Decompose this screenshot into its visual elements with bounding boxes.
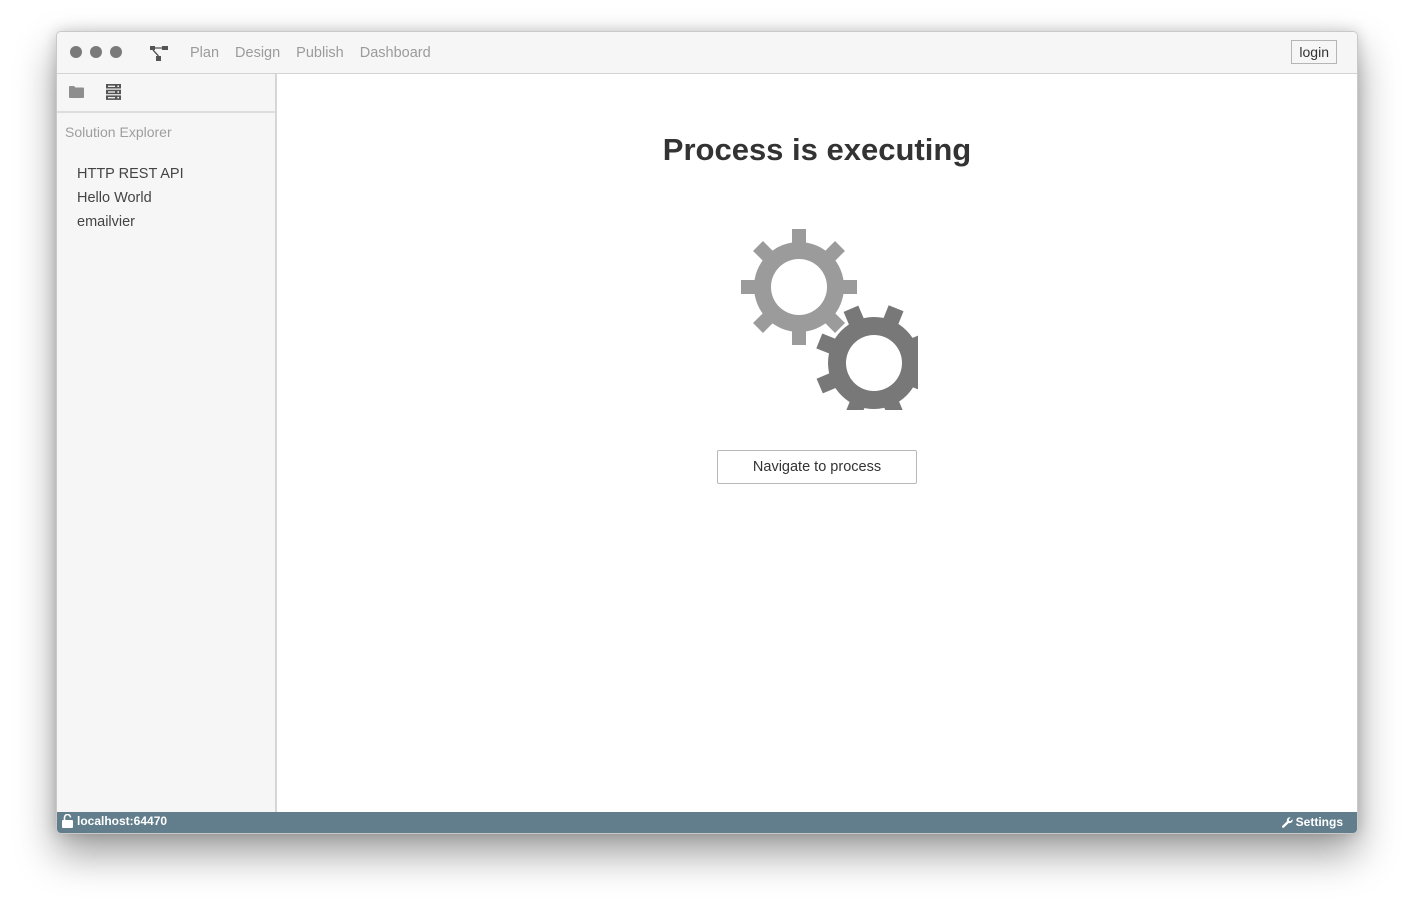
solution-item-emailvier[interactable]: emailvier xyxy=(77,210,184,234)
server-icon[interactable] xyxy=(106,84,121,100)
nav-design[interactable]: Design xyxy=(235,44,280,62)
folder-icon[interactable] xyxy=(69,86,84,98)
navigate-to-process-button[interactable]: Navigate to process xyxy=(717,450,917,484)
minimize-window-button[interactable] xyxy=(90,46,102,58)
statusbar: localhost:64470 Settings xyxy=(57,812,1357,833)
lock-open-icon xyxy=(62,814,73,828)
host-label: localhost:64470 xyxy=(77,814,168,828)
workflow-icon[interactable] xyxy=(150,45,168,61)
settings-label: Settings xyxy=(1295,815,1343,829)
gear-dark-icon xyxy=(816,305,918,410)
connection-status[interactable]: localhost:64470 xyxy=(62,814,167,828)
login-button[interactable]: login xyxy=(1291,40,1337,64)
nav-plan[interactable]: Plan xyxy=(190,44,219,62)
page-title: Process is executing xyxy=(662,132,972,167)
main-content: Process is executing Navigate to process xyxy=(277,74,1357,812)
solution-item-hello-world[interactable]: Hello World xyxy=(77,186,184,210)
solution-item-http-rest-api[interactable]: HTTP REST API xyxy=(77,162,184,186)
titlebar: Plan Design Publish Dashboard login xyxy=(57,32,1357,74)
main-nav: Plan Design Publish Dashboard xyxy=(190,44,447,62)
nav-dashboard[interactable]: Dashboard xyxy=(360,44,431,62)
maximize-window-button[interactable] xyxy=(110,46,122,58)
wrench-icon xyxy=(1281,816,1293,828)
settings-link[interactable]: Settings xyxy=(1281,815,1343,829)
sidebar-toolbar xyxy=(57,74,275,113)
nav-publish[interactable]: Publish xyxy=(296,44,344,62)
solution-list: HTTP REST API Hello World emailvier xyxy=(77,162,184,234)
app-window: Plan Design Publish Dashboard login Solu… xyxy=(56,31,1358,834)
gears-icon xyxy=(741,229,918,410)
sidebar: Solution Explorer HTTP REST API Hello Wo… xyxy=(57,74,277,812)
solution-explorer-title: Solution Explorer xyxy=(65,124,172,140)
close-window-button[interactable] xyxy=(70,46,82,58)
gear-light-icon xyxy=(741,229,857,345)
